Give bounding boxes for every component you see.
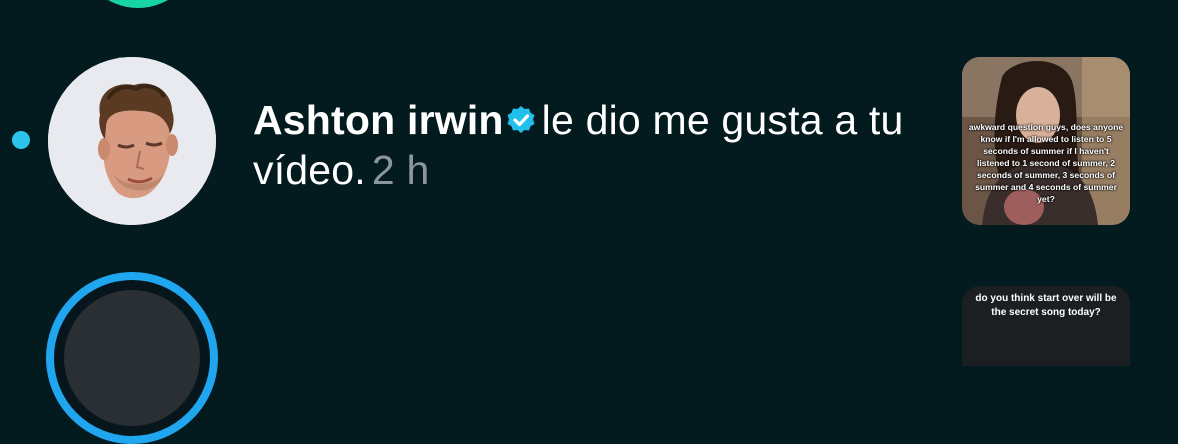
video-caption: awkward question guys, does anyone know … [968, 122, 1124, 204]
next-avatar [64, 290, 200, 426]
user-name[interactable]: Ashton irwin [253, 97, 504, 143]
next-video-caption: do you think start over will be the secr… [975, 293, 1117, 318]
timestamp: 2 h [371, 147, 430, 193]
verified-badge-icon [506, 96, 536, 133]
next-video-thumbnail[interactable]: do you think start over will be the secr… [962, 286, 1130, 366]
previous-avatar-ring[interactable] [78, 0, 198, 8]
notification-message[interactable]: Ashton irwin le dio me gusta a tu vídeo. 2… [253, 95, 933, 195]
avatar[interactable] [48, 57, 216, 225]
unread-indicator [12, 131, 30, 149]
avatar-face-image [48, 57, 216, 225]
video-thumbnail[interactable]: awkward question guys, does anyone know … [962, 57, 1130, 225]
next-avatar-ring[interactable] [46, 272, 218, 444]
